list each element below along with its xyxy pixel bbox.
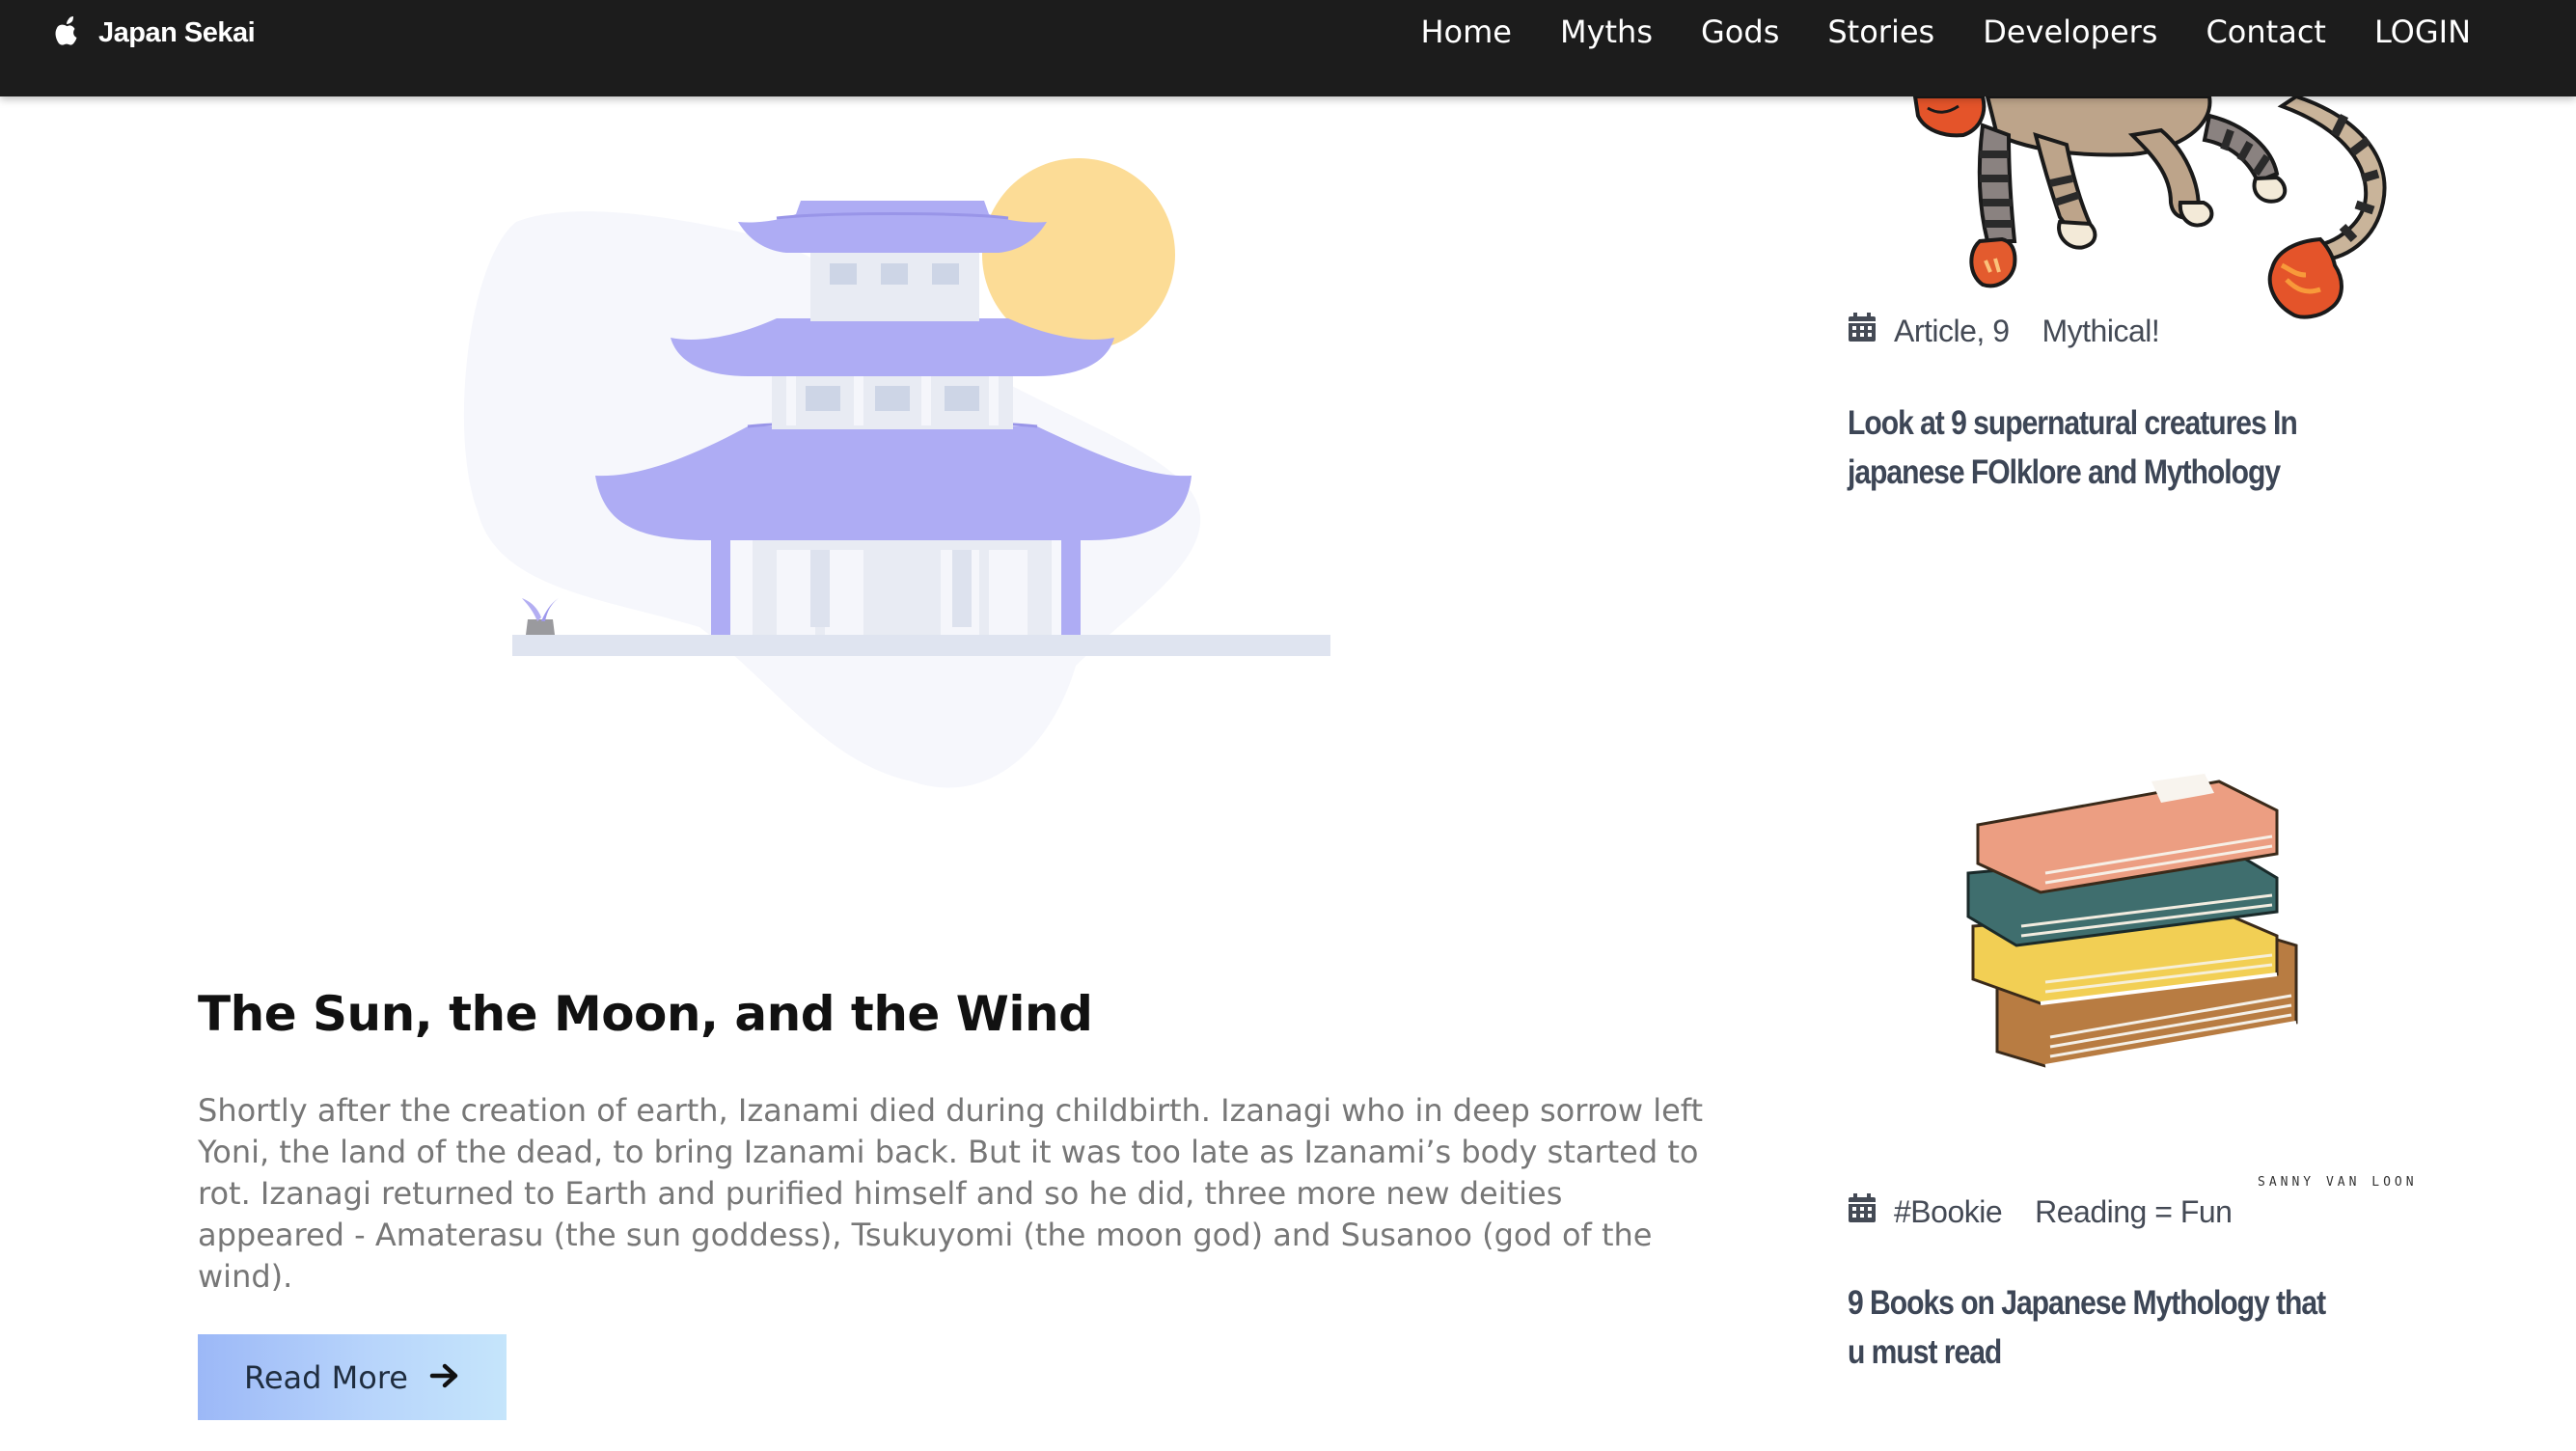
nav-stories[interactable]: Stories <box>1827 10 1934 54</box>
calendar-icon <box>1848 1192 1877 1231</box>
brand[interactable]: Japan Sekai <box>54 14 256 52</box>
nav-contact[interactable]: Contact <box>2206 10 2326 54</box>
pagoda-illustration <box>458 145 1346 801</box>
sidebar-post-title[interactable]: Look at 9 supernatural creatures In japa… <box>1848 398 2337 497</box>
post-meta: #Bookie Reading = Fun <box>1848 1192 2233 1231</box>
nav-developers[interactable]: Developers <box>1983 10 2157 54</box>
creature-illustration[interactable] <box>1891 96 2431 328</box>
top-navbar: Japan Sekai Home Myths Gods Stories Deve… <box>0 0 2576 96</box>
post-category[interactable]: #Bookie <box>1894 1194 2003 1230</box>
calendar-icon <box>1848 312 1877 350</box>
sidebar-post-title[interactable]: 9 Books on Japanese Mythology that u mus… <box>1848 1278 2337 1377</box>
main-nav: Home Myths Gods Stories Developers Conta… <box>1420 10 2471 54</box>
brand-name: Japan Sekai <box>98 16 256 48</box>
books-illustration[interactable] <box>1959 772 2344 1081</box>
arrow-right-icon <box>429 1360 460 1394</box>
image-signature: SANNY VAN LOON <box>2258 1175 2418 1190</box>
post-excerpt: Shortly after the creation of earth, Iza… <box>198 1092 1704 1295</box>
apple-logo-icon <box>54 16 79 49</box>
post-category[interactable]: Article, 9 <box>1894 314 2010 349</box>
nav-login[interactable]: LOGIN <box>2374 10 2471 54</box>
post-tag[interactable]: Reading = Fun <box>2035 1194 2233 1230</box>
post-meta: Article, 9 Mythical! <box>1848 312 2160 350</box>
read-more-label: Read More <box>244 1358 408 1396</box>
read-more-button[interactable]: Read More <box>198 1334 507 1420</box>
nav-myths[interactable]: Myths <box>1560 10 1653 54</box>
nav-gods[interactable]: Gods <box>1701 10 1779 54</box>
nav-home[interactable]: Home <box>1420 10 1512 54</box>
post-title: The Sun, the Moon, and the Wind <box>198 986 1093 1042</box>
post-tag[interactable]: Mythical! <box>2042 314 2159 349</box>
